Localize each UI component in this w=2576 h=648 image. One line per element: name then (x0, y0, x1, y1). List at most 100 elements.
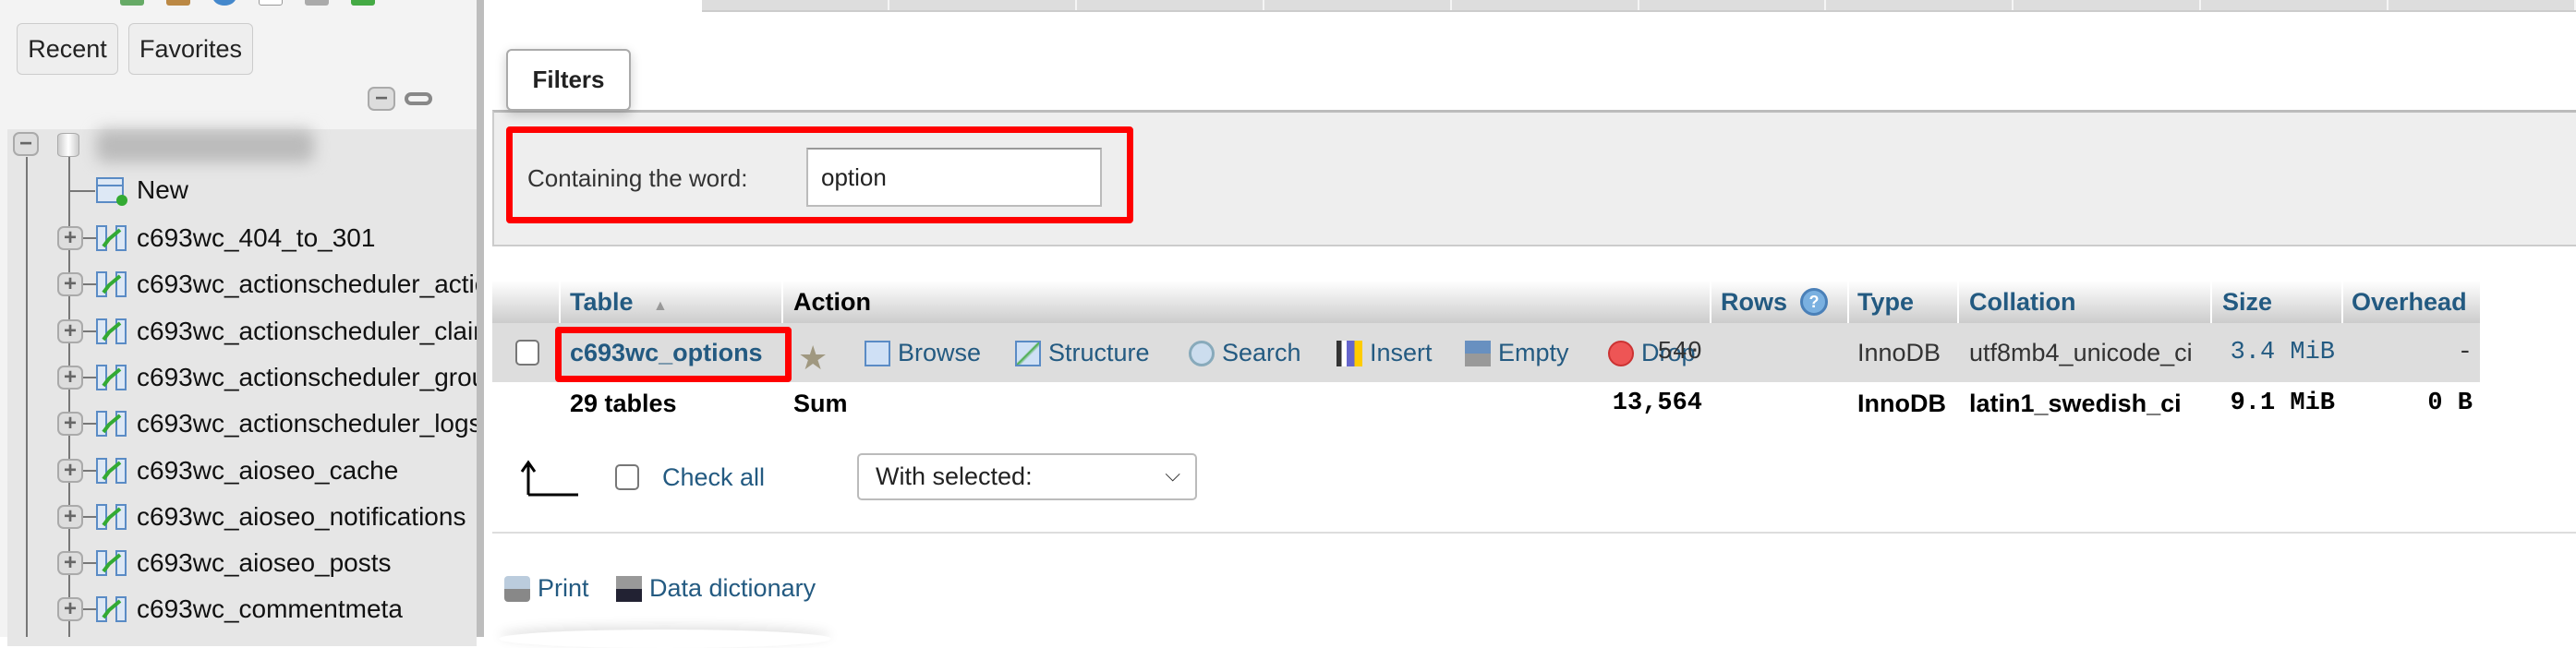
sort-by-rows[interactable]: Rows? (1721, 281, 1829, 323)
tab[interactable] (1826, 0, 2014, 10)
collapse-database-icon[interactable]: − (13, 132, 39, 156)
sidebar-table-item[interactable]: c693wc_404_to_301 (137, 223, 477, 253)
expand-table-icon[interactable]: + (57, 226, 83, 250)
sidebar-table-item[interactable]: c693wc_actionscheduler_groups (137, 363, 477, 392)
expand-table-icon[interactable]: + (57, 365, 83, 390)
home-icon[interactable] (120, 0, 144, 6)
structure-action[interactable]: Structure (1048, 339, 1150, 367)
sum-overhead: 0 B (2427, 390, 2473, 417)
empty-action[interactable]: Empty (1498, 339, 1569, 367)
tab[interactable] (2389, 0, 2576, 10)
drop-icon (1608, 340, 1634, 366)
expand-table-icon[interactable]: + (57, 272, 83, 297)
check-all-link[interactable]: Check all (662, 463, 765, 491)
sidebar-table-item[interactable]: c693wc_actionscheduler_actions (137, 270, 477, 299)
with-selected-dropdown[interactable]: With selected: ⌵ (857, 453, 1197, 500)
sidebar-table-item[interactable]: c693wc_aioseo_posts (137, 548, 477, 578)
insert-icon (1336, 340, 1362, 366)
tab[interactable] (1264, 0, 1452, 10)
tree-line (81, 283, 96, 286)
row-checkbox[interactable] (515, 340, 539, 366)
top-tab-bar (702, 0, 2576, 12)
structure-icon (1015, 340, 1041, 366)
header-action: Action (793, 288, 871, 316)
sidebar-table-item[interactable]: c693wc_commentmeta (137, 594, 477, 624)
expand-table-icon[interactable]: + (57, 597, 83, 622)
header-table[interactable]: Table (570, 288, 634, 316)
divider (492, 532, 2576, 534)
header-overhead[interactable]: Overhead (2352, 281, 2467, 323)
table-structure-icon (96, 225, 127, 251)
tree-line (81, 330, 96, 332)
sidebar-table-item[interactable]: c693wc_aioseo_cache (137, 456, 477, 486)
expand-table-icon[interactable]: + (57, 318, 83, 343)
collapse-all-icon[interactable]: − (368, 87, 395, 111)
table-structure-icon (96, 503, 127, 530)
tree-line (69, 190, 95, 192)
expand-table-icon[interactable]: + (57, 504, 83, 529)
sidebar-table-item[interactable]: c693wc_actionscheduler_claims (137, 317, 477, 346)
divider (1710, 281, 1711, 323)
table-structure-icon (96, 271, 127, 298)
recent-button[interactable]: Recent (17, 23, 118, 75)
table-header (492, 281, 2480, 323)
help-icon[interactable]: ? (1800, 288, 1829, 316)
table-structure-icon (96, 457, 127, 484)
sql-docs-icon[interactable] (259, 0, 283, 6)
reload-icon[interactable] (351, 0, 375, 6)
sum-type: InnoDB (1857, 390, 1946, 417)
divider (781, 281, 783, 323)
header-collation[interactable]: Collation (1969, 281, 2076, 323)
logout-icon[interactable] (166, 0, 190, 6)
tab[interactable] (1077, 0, 1264, 10)
row-size-link[interactable]: 3.4 MiB (2174, 339, 2335, 366)
tree-line (81, 515, 96, 518)
sum-rows: 13,564 (1612, 390, 1702, 417)
header-type[interactable]: Type (1857, 281, 1914, 323)
header-size[interactable]: Size (2222, 281, 2272, 323)
empty-icon (1465, 340, 1491, 366)
tab[interactable] (2014, 0, 2202, 10)
tab[interactable] (1452, 0, 1639, 10)
browse-action[interactable]: Browse (898, 339, 981, 367)
tab[interactable] (2201, 0, 2389, 10)
new-table-icon (96, 177, 127, 206)
filter-word-input[interactable] (806, 148, 1102, 207)
print-link[interactable]: Print (504, 574, 589, 603)
settings-icon[interactable] (305, 0, 329, 6)
check-all-checkbox[interactable] (615, 464, 639, 490)
tab[interactable] (702, 0, 889, 10)
data-dictionary-icon (616, 575, 642, 602)
sum-collation: latin1_swedish_ci (1969, 390, 2182, 417)
link-icon[interactable] (405, 92, 432, 105)
sidebar-table-item[interactable]: c693wc_actionscheduler_logs (137, 409, 477, 438)
table-structure-icon (96, 364, 127, 390)
search-action[interactable]: Search (1222, 339, 1301, 367)
sort-by-table[interactable]: Table ▲ (570, 281, 668, 323)
sum-table-count: 29 tables (570, 390, 677, 417)
expand-table-icon[interactable]: + (57, 412, 83, 437)
header-rows[interactable]: Rows (1721, 281, 1787, 323)
tab[interactable] (889, 0, 1077, 10)
divider (1957, 281, 1959, 323)
expand-table-icon[interactable]: + (57, 458, 83, 483)
sidebar-new-table[interactable]: New (137, 175, 477, 205)
docs-icon[interactable] (212, 0, 236, 6)
sidebar-toolbar (120, 0, 375, 6)
data-dictionary-link[interactable]: Data dictionary (616, 574, 816, 603)
divider (559, 281, 561, 323)
row-type: InnoDB (1857, 339, 1941, 366)
browse-icon (865, 340, 890, 366)
database-name-blurred[interactable] (96, 129, 314, 162)
insert-action[interactable]: Insert (1370, 339, 1433, 367)
sidebar-table-item[interactable]: c693wc_aioseo_notifications (137, 502, 477, 532)
data-dictionary-label[interactable]: Data dictionary (649, 574, 816, 603)
tree-line (81, 237, 96, 239)
expand-table-icon[interactable]: + (57, 551, 83, 576)
divider (2341, 281, 2343, 323)
tab[interactable] (1639, 0, 1827, 10)
print-label[interactable]: Print (538, 574, 589, 603)
row-overhead: - (2457, 339, 2473, 366)
favorites-button[interactable]: Favorites (128, 23, 253, 75)
favorite-star-icon[interactable]: ★ (798, 339, 828, 378)
